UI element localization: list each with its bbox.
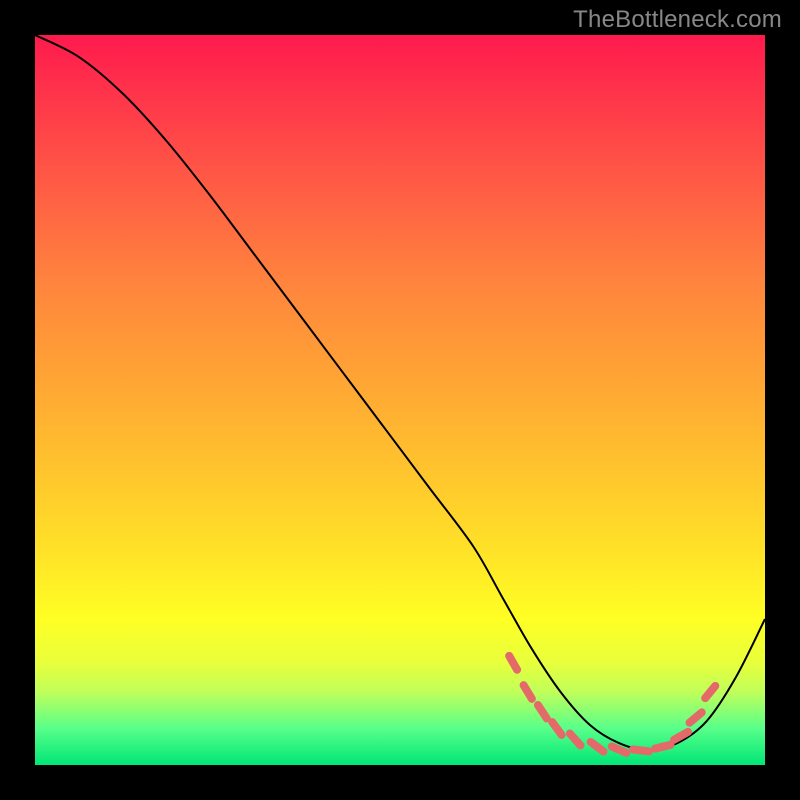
optimal-dash — [690, 712, 702, 722]
chart-frame: TheBottleneck.com — [0, 0, 800, 800]
watermark-label: TheBottleneck.com — [573, 6, 782, 34]
optimal-dash — [552, 722, 561, 735]
optimal-dash — [509, 656, 517, 670]
optimal-dash — [612, 746, 627, 752]
optimal-dash — [705, 686, 715, 698]
optimal-band-markers — [509, 656, 715, 753]
optimal-dash — [633, 749, 649, 751]
optimal-dash — [538, 705, 547, 718]
optimal-dash — [655, 745, 671, 749]
optimal-dash — [591, 742, 604, 752]
bottleneck-curve — [35, 35, 765, 750]
chart-plot-area — [35, 35, 765, 765]
optimal-dash — [570, 733, 581, 745]
optimal-dash — [524, 685, 532, 699]
chart-svg — [35, 35, 765, 765]
